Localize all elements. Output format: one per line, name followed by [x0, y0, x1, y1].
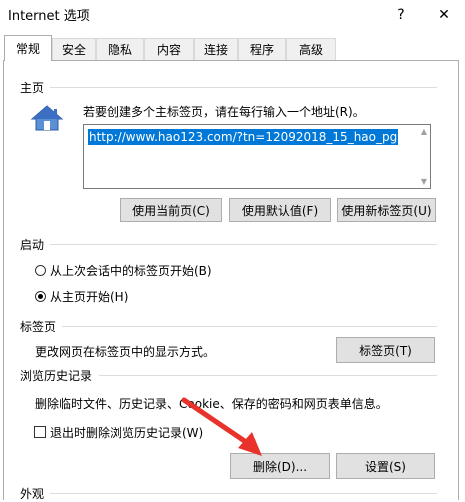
- history-settings-button[interactable]: 设置(S): [336, 453, 435, 479]
- home-heading: 主页: [20, 81, 45, 95]
- title-bar: Internet 选项 ? ✕: [0, 0, 465, 30]
- close-icon: ✕: [438, 7, 450, 23]
- tab-label: 内容: [156, 43, 181, 57]
- delete-on-exit-checkbox[interactable]: [34, 426, 46, 438]
- tab-label: 隐私: [107, 43, 132, 57]
- appearance-heading: 外观: [20, 487, 45, 501]
- history-heading: 浏览历史记录: [20, 369, 93, 383]
- house-icon: [30, 105, 64, 131]
- tabs-settings-button[interactable]: 标签页(T): [336, 337, 435, 363]
- tab-label: 程序: [249, 43, 274, 57]
- button-label: 使用新标签页(U): [341, 203, 432, 218]
- button-label: 使用默认值(F): [241, 203, 319, 218]
- button-label: 标签页(T): [359, 343, 412, 358]
- home-url-text: http://www.hao123.com/?tn=12092018_15_ha…: [88, 129, 399, 145]
- divider: [50, 87, 437, 88]
- tab-label: 常规: [15, 42, 40, 56]
- home-url-textarea[interactable]: http://www.hao123.com/?tn=12092018_15_ha…: [83, 124, 431, 189]
- help-icon: ?: [397, 7, 405, 23]
- scroll-down-icon[interactable]: ▼: [421, 177, 427, 186]
- startup-heading: 启动: [20, 238, 45, 252]
- radio-home-page[interactable]: [35, 291, 46, 302]
- radio-last-session-label[interactable]: 从上次会话中的标签页开始(B): [50, 262, 212, 279]
- divider: [62, 326, 437, 327]
- tab-general[interactable]: 常规: [4, 35, 52, 61]
- window-title: Internet 选项: [8, 9, 90, 24]
- use-default-button[interactable]: 使用默认值(F): [229, 198, 331, 222]
- use-current-button[interactable]: 使用当前页(C): [120, 198, 222, 222]
- tabs-description: 更改网页在标签页中的显示方式。: [35, 345, 216, 359]
- close-button[interactable]: ✕: [423, 0, 465, 30]
- annotation-arrow-icon: [181, 397, 262, 456]
- radio-home-page-label[interactable]: 从主页开始(H): [50, 288, 128, 305]
- tab-label: 安全: [61, 43, 86, 57]
- home-instruction: 若要创建多个主标签页，请在每行输入一个地址(R)。: [83, 105, 365, 119]
- tab-content[interactable]: 内容: [144, 38, 194, 60]
- use-new-tab-button[interactable]: 使用新标签页(U): [337, 198, 436, 222]
- divider: [50, 244, 437, 245]
- tab-security[interactable]: 安全: [52, 38, 96, 60]
- divider: [99, 375, 437, 376]
- tab-programs[interactable]: 程序: [238, 38, 286, 60]
- tab-label: 连接: [203, 43, 228, 57]
- button-label: 设置(S): [365, 459, 406, 474]
- button-label: 使用当前页(C): [132, 203, 210, 218]
- tab-label: 高级: [298, 43, 323, 57]
- radio-last-session[interactable]: [35, 265, 46, 276]
- tab-privacy[interactable]: 隐私: [96, 38, 144, 60]
- help-button[interactable]: ?: [380, 0, 422, 30]
- divider: [50, 493, 437, 494]
- tab-advanced[interactable]: 高级: [286, 38, 336, 60]
- tab-connections[interactable]: 连接: [194, 38, 238, 60]
- scroll-up-icon[interactable]: ▲: [421, 127, 427, 136]
- tabs-heading: 标签页: [20, 320, 57, 334]
